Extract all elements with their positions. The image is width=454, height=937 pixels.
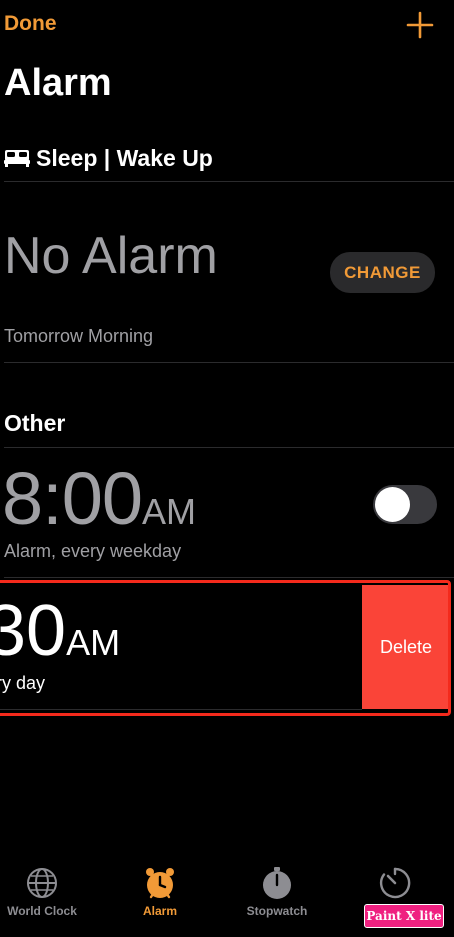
plus-icon	[406, 11, 434, 39]
alarm-time: 8:00AM	[2, 456, 196, 541]
timer-icon	[379, 867, 411, 899]
sleep-section-header: Sleep | Wake Up	[4, 143, 213, 173]
bed-icon	[4, 150, 30, 167]
tab-stopwatch[interactable]: Stopwatch	[227, 866, 327, 918]
page-title: Alarm	[4, 62, 112, 104]
alarm-time[interactable]: 30AM	[0, 590, 120, 672]
sleep-alarm-status: No Alarm	[4, 227, 218, 285]
divider	[4, 447, 454, 448]
sleep-section-title: Sleep | Wake Up	[36, 144, 213, 171]
alarm-time-digits: 8:00	[2, 457, 143, 540]
done-button[interactable]: Done	[4, 12, 57, 36]
alarm-time-ampm: AM	[66, 622, 121, 663]
tab-timer[interactable]	[345, 866, 445, 900]
tab-label: Stopwatch	[246, 904, 308, 918]
toggle-knob	[375, 487, 410, 522]
tab-label: World Clock	[7, 904, 77, 918]
alarm-label: ry day	[0, 673, 46, 693]
tab-world-clock[interactable]: World Clock	[0, 866, 92, 918]
alarm-time-ampm: AM	[142, 491, 197, 532]
alarm-clock-icon	[146, 868, 174, 899]
sleep-alarm-subtitle: Tomorrow Morning	[4, 326, 154, 346]
divider	[4, 181, 454, 182]
divider	[4, 362, 454, 363]
change-button[interactable]: CHANGE	[330, 252, 435, 293]
delete-button[interactable]: Delete	[362, 585, 450, 709]
other-section-title: Other	[4, 410, 66, 436]
tab-label: Alarm	[142, 904, 177, 918]
alarm-label: Alarm, every weekday	[4, 541, 182, 561]
tab-alarm[interactable]: Alarm	[110, 866, 210, 918]
globe-icon	[27, 868, 57, 898]
divider	[4, 577, 454, 578]
add-alarm-button[interactable]	[404, 9, 436, 41]
stopwatch-icon	[263, 867, 291, 899]
alarm-toggle[interactable]	[373, 485, 437, 524]
watermark-badge: Paint X lite	[364, 904, 444, 928]
divider	[0, 709, 362, 710]
alarm-time-digits: 30	[0, 591, 67, 671]
